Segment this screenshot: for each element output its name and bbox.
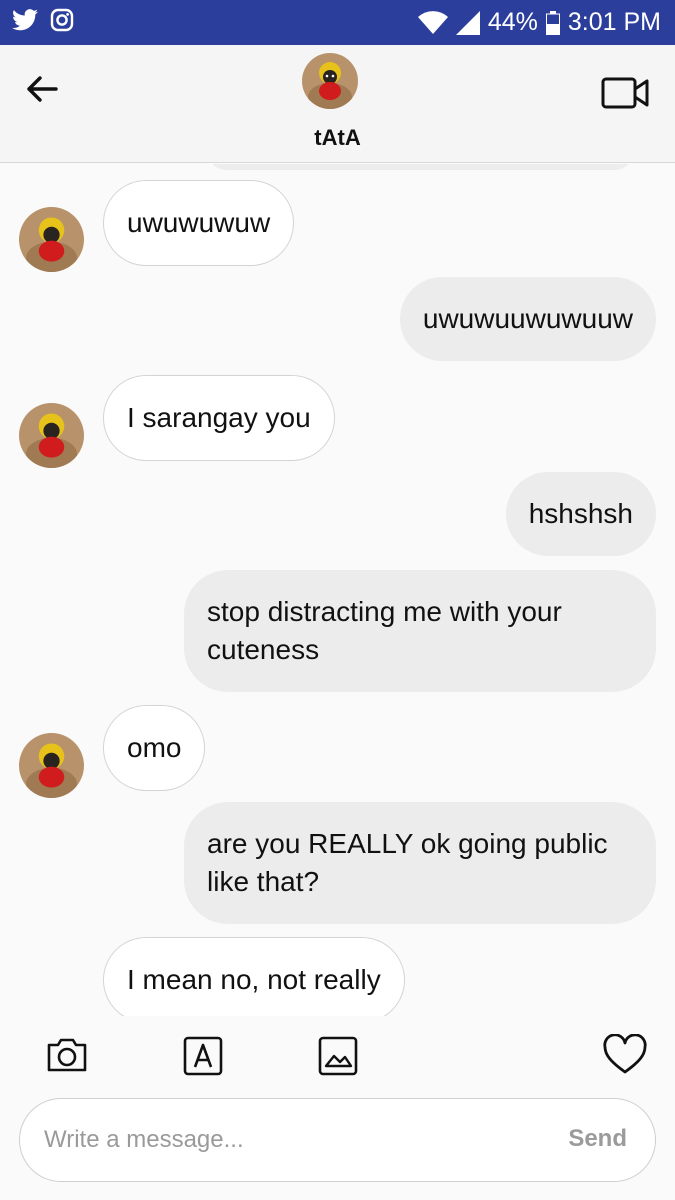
video-camera-icon [601, 77, 649, 109]
instagram-icon [50, 8, 74, 37]
heart-icon [603, 1033, 647, 1074]
text-sticker-button[interactable] [183, 1036, 223, 1081]
camera-button[interactable] [46, 1036, 88, 1079]
chat-header: tAtA [0, 45, 675, 163]
message-input[interactable] [44, 1099, 524, 1181]
text-icon [183, 1036, 223, 1076]
back-arrow-icon [27, 76, 58, 102]
message-composer: Send [19, 1098, 656, 1182]
contact-name[interactable]: tAtA [0, 125, 675, 151]
battery-icon [545, 10, 560, 35]
video-call-button[interactable] [601, 75, 651, 111]
clock: 3:01 PM [567, 8, 661, 36]
send-button[interactable]: Send [568, 1125, 627, 1153]
composer-toolbar [0, 1016, 675, 1096]
message-bubble-sent[interactable]: are you REALLY ok going public like that… [184, 802, 656, 924]
camera-icon [47, 1038, 87, 1072]
back-button[interactable] [22, 69, 62, 109]
sender-avatar[interactable] [19, 733, 84, 798]
message-bubble-received[interactable]: I sarangay you [103, 375, 335, 461]
wifi-icon [417, 10, 448, 35]
gallery-button[interactable] [318, 1036, 358, 1081]
gallery-icon [318, 1036, 358, 1076]
battery-percent: 44% [487, 8, 538, 36]
sender-avatar[interactable] [19, 207, 84, 272]
signal-icon [455, 10, 480, 35]
message-bubble-sent[interactable]: stop distracting me with your cuteness [184, 570, 656, 692]
like-button[interactable] [603, 1033, 647, 1081]
contact-avatar[interactable] [302, 53, 358, 109]
message-bubble-partial [208, 164, 633, 170]
sender-avatar[interactable] [19, 403, 84, 468]
message-bubble-received[interactable]: uwuwuwuw [103, 180, 295, 266]
message-bubble-received[interactable]: omo [103, 705, 206, 791]
twitter-icon [12, 9, 38, 36]
message-bubble-sent[interactable]: uwuwuuwuwuuw [399, 277, 656, 361]
message-bubble-sent[interactable]: hshshsh [505, 472, 656, 556]
status-bar: 44% 3:01 PM [0, 0, 675, 45]
message-bubble-received[interactable]: I mean no, not really [103, 937, 405, 1016]
message-thread[interactable]: uwuwuwuw uwuwuuwuwuuw I sarangay you hsh… [0, 164, 675, 1016]
